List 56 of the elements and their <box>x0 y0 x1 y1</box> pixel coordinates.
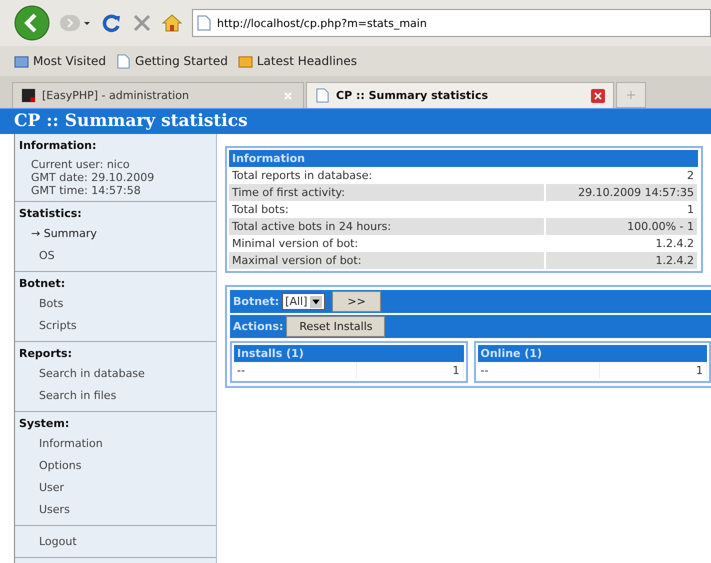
go-button[interactable]: >> <box>332 291 381 312</box>
table-cell: 29.10.2009 14:57:35 <box>545 184 698 201</box>
folder-icon <box>14 54 29 68</box>
info-line: GMT date: 29.10.2009 <box>31 171 156 184</box>
back-icon[interactable] <box>14 5 50 41</box>
actions-label: Actions: <box>233 320 284 333</box>
page-icon <box>197 15 211 31</box>
section-heading: Information: <box>18 139 98 154</box>
bookmark-link[interactable]: Most Visited <box>14 54 106 68</box>
table-heading: Installs (1) <box>234 345 464 362</box>
table-heading: Information <box>229 150 698 167</box>
sidebar-link[interactable]: → Summary <box>15 223 216 245</box>
home-icon[interactable] <box>162 13 182 33</box>
section-heading: Botnet: <box>18 277 66 292</box>
table-cell: -- <box>234 362 356 379</box>
table-cell: Maximal version of bot: <box>229 252 545 269</box>
table-cell: 1 <box>600 362 707 379</box>
page-icon <box>116 54 132 68</box>
botnet-select[interactable]: [All] <box>282 293 326 310</box>
stop-icon[interactable] <box>132 13 152 33</box>
browser-tab[interactable]: CP :: Summary statistics <box>306 82 614 108</box>
table-cell: Total active bots in 24 hours: <box>229 218 545 235</box>
sidebar-link[interactable]: User <box>15 477 216 499</box>
sidebar-link[interactable]: Options <box>15 455 216 477</box>
table-cell: 1.2.4.2 <box>545 252 698 269</box>
sidebar-link[interactable]: Logout <box>15 531 216 553</box>
sidebar-link[interactable]: Users <box>15 499 216 521</box>
info-line: GMT time: 14:57:58 <box>31 184 142 197</box>
sidebar-link[interactable]: Bots <box>15 293 216 315</box>
page-icon <box>315 88 330 103</box>
table-cell: 100.00% - 1 <box>545 218 698 235</box>
sidebar-link[interactable]: OS <box>15 245 216 267</box>
info-line: Current user: nico <box>31 158 131 171</box>
bookmark-link[interactable]: Getting Started <box>116 54 228 68</box>
sidebar-link[interactable]: Search in files <box>15 385 216 407</box>
dropdown-icon <box>310 296 322 308</box>
table-cell: 1 <box>356 362 464 379</box>
address-field[interactable]: http://localhost/cp.php?m=stats_main <box>192 9 711 37</box>
url-text: http://localhost/cp.php?m=stats_main <box>217 16 427 30</box>
sidebar-link[interactable]: Information <box>15 433 216 455</box>
close-icon[interactable] <box>591 88 605 102</box>
browser-tab[interactable]: [EasyPHP] - administration <box>12 82 304 108</box>
table-cell: -- <box>478 362 600 379</box>
section-heading: Statistics: <box>18 207 83 222</box>
reset-installs-button[interactable]: Reset Installs <box>286 316 386 337</box>
section-heading: System: <box>18 417 70 432</box>
reload-icon[interactable] <box>102 13 122 33</box>
page-title: CP :: Summary statistics <box>0 108 711 134</box>
site-icon <box>21 88 36 103</box>
filter-label: Botnet: <box>233 295 280 308</box>
table-cell: Time of first activity: <box>229 184 545 201</box>
bookmark-link[interactable]: Latest Headlines <box>238 54 358 68</box>
section-heading: Reports: <box>18 347 73 362</box>
sidebar-link[interactable]: Scripts <box>15 315 216 337</box>
sidebar-link[interactable]: Search in database <box>15 363 216 385</box>
table-heading: Online (1) <box>478 345 707 362</box>
